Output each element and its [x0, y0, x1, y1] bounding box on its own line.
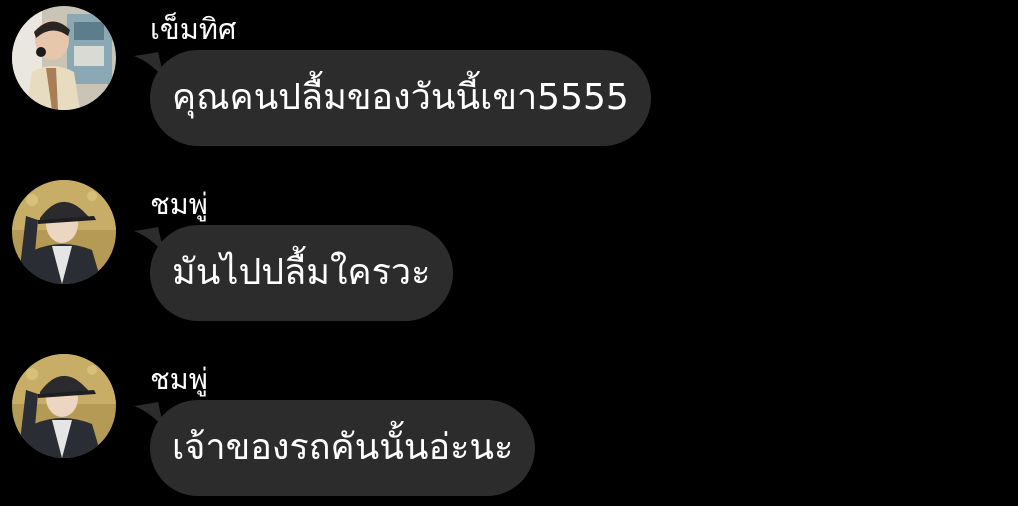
- sender-name: ชมพู่: [150, 187, 208, 221]
- message-text: มันไปปลื้มใครวะ: [172, 252, 431, 293]
- sender-name: ชมพู่: [150, 362, 208, 396]
- avatar[interactable]: [12, 354, 116, 458]
- message-bubble[interactable]: คุณคนปลื้มของวันนี้เขา5555: [150, 50, 651, 146]
- avatar[interactable]: [12, 6, 116, 110]
- message-text: คุณคนปลื้มของวันนี้เขา5555: [172, 77, 629, 118]
- sender-name: เข็มทิศ: [150, 12, 237, 46]
- message-text: เจ้าของรถคันนั้นอ่ะนะ: [172, 427, 514, 468]
- message-bubble[interactable]: เจ้าของรถคันนั้นอ่ะนะ: [150, 400, 536, 496]
- avatar[interactable]: [12, 180, 116, 284]
- message-bubble[interactable]: มันไปปลื้มใครวะ: [150, 225, 453, 321]
